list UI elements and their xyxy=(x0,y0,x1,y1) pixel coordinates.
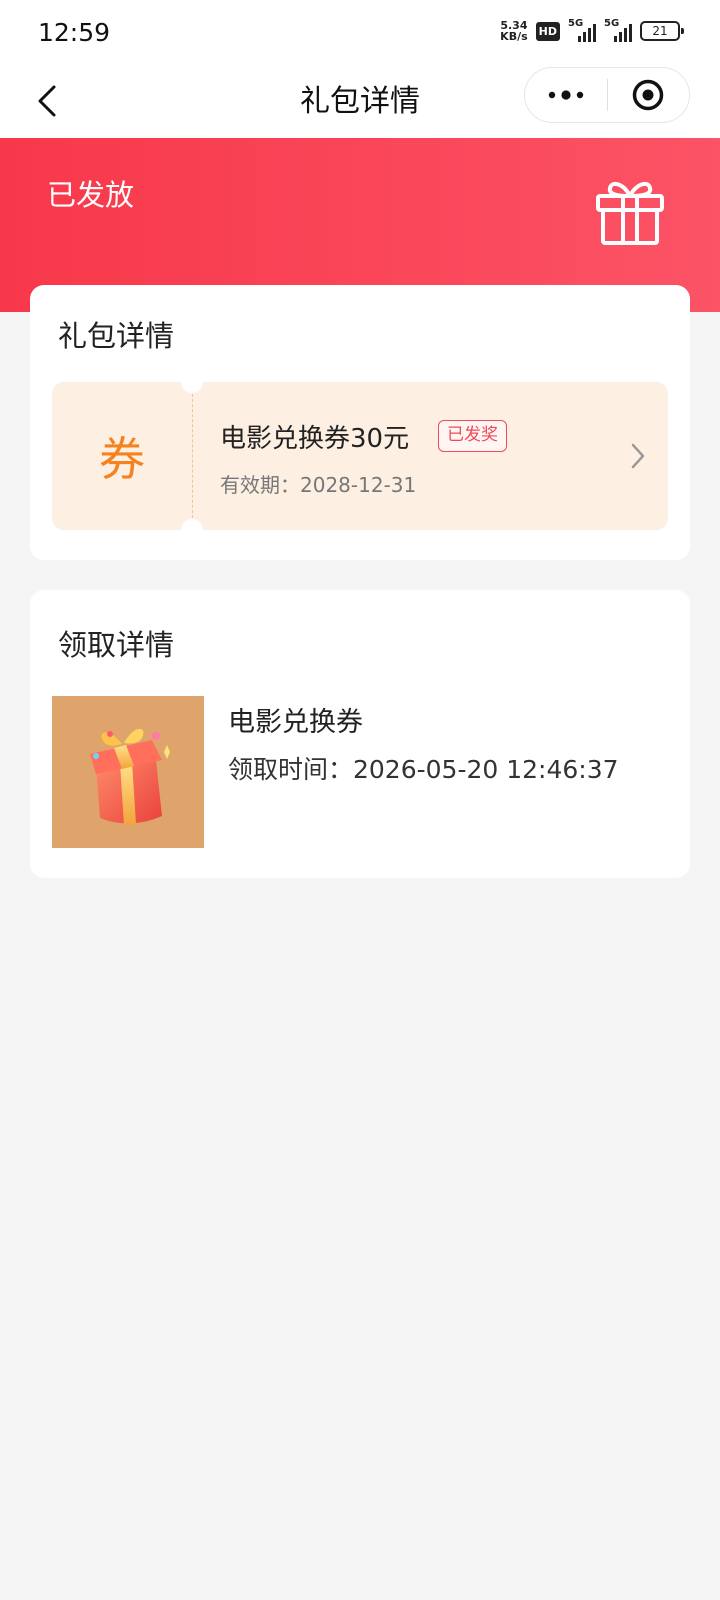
gift-status: 已发放 xyxy=(47,178,135,212)
signal-icon: 5G xyxy=(568,18,596,42)
coupon-divider xyxy=(192,394,193,518)
gift-box-image xyxy=(52,696,204,848)
coupon-notch xyxy=(181,519,203,530)
status-icons: 5.34 KB/s HD 5G 5G 21 xyxy=(500,18,684,42)
coupon-name: 电影兑换券30元 xyxy=(220,424,410,454)
coupon-icon: 券 xyxy=(99,432,145,486)
more-button[interactable] xyxy=(525,67,607,123)
receive-detail-card: 领取详情 电影兑换券 领取时间：2026-05-20 12:46:37 xyxy=(30,590,690,878)
chevron-right-icon xyxy=(631,443,645,469)
coupon-expiry: 有效期：2028-12-31 xyxy=(220,473,417,497)
target-circle-icon xyxy=(633,79,664,111)
status-time: 12:59 xyxy=(38,18,111,47)
coupon-left-panel: 券 xyxy=(52,382,192,530)
battery-icon: 21 xyxy=(640,21,684,41)
mini-program-capsule xyxy=(524,67,690,123)
hd-icon: HD xyxy=(535,21,560,41)
gift-box-illustration xyxy=(90,728,170,825)
signal-icon: 5G xyxy=(604,18,632,42)
more-dots-icon xyxy=(548,90,584,100)
coupon-item[interactable]: 券 电影兑换券30元 已发奖 有效期：2028-12-31 xyxy=(52,382,668,530)
receive-item-name: 电影兑换券 xyxy=(228,707,363,738)
network-type-label: 5G xyxy=(568,18,584,29)
section-title: 领取详情 xyxy=(58,628,175,662)
status-bar: 12:59 5.34 KB/s HD 5G 5G 21 xyxy=(0,0,720,66)
receive-time: 领取时间：2026-05-20 12:46:37 xyxy=(228,755,619,784)
section-title: 礼包详情 xyxy=(58,319,175,353)
nav-bar: 礼包详情 xyxy=(0,66,720,138)
network-speed-unit: KB/s xyxy=(500,30,528,43)
network-type-label: 5G xyxy=(604,18,620,29)
gift-detail-card: 礼包详情 券 电影兑换券30元 已发奖 有效期：2028-12-31 xyxy=(30,285,690,560)
gift-icon xyxy=(596,181,664,245)
close-button[interactable] xyxy=(608,67,689,123)
network-speed: 5.34 KB/s xyxy=(500,20,527,42)
gift-detail-page: 12:59 5.34 KB/s HD 5G 5G 21 礼包详情 已发放 礼包详… xyxy=(0,0,720,1600)
status-badge: 已发奖 xyxy=(438,420,507,452)
